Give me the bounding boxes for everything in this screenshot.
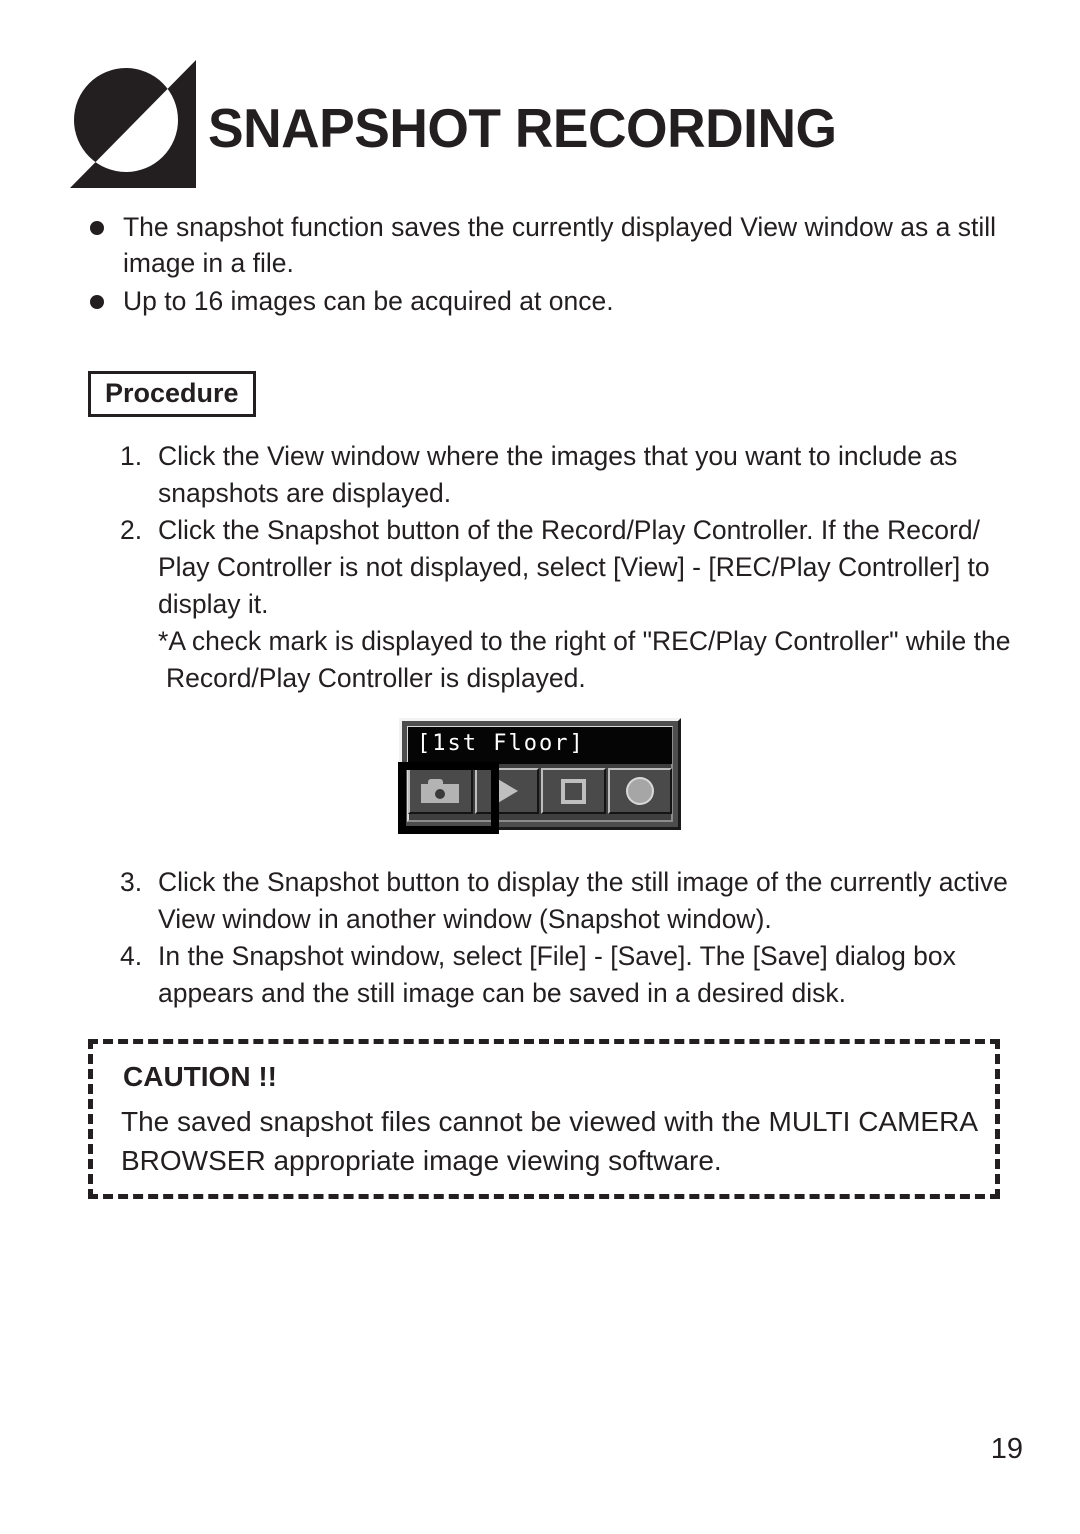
snapshot-button[interactable] [408, 768, 473, 814]
step-text: In the Snapshot window, select [File] - … [158, 941, 956, 1008]
list-item: 4. In the Snapshot window, select [File]… [120, 938, 1020, 1012]
stop-icon [560, 778, 586, 804]
page-number: 19 [990, 1433, 1023, 1465]
list-item: 1. Click the View window where the image… [120, 438, 1020, 512]
procedure-note: *A check mark is displayed to the right … [158, 623, 1020, 697]
play-icon [495, 778, 518, 804]
procedure-note-line-1: *A check mark is displayed to the right … [158, 626, 1011, 656]
step-number: 2. [120, 515, 143, 545]
step-text: Click the Snapshot button of the Record/… [158, 515, 990, 619]
procedure-note-line-2: Record/Play Controller is displayed. [166, 663, 586, 693]
intro-bullet-list: The snapshot function saves the currentl… [88, 209, 1008, 319]
rec-play-controller-figure: [1st Floor] [399, 718, 681, 830]
caution-title: CAUTION !! [123, 1061, 277, 1092]
step-number: 4. [120, 941, 143, 971]
procedure-section-label: Procedure [88, 371, 256, 417]
list-item: The snapshot function saves the currentl… [88, 209, 1008, 281]
record-button[interactable] [607, 768, 672, 814]
controller-title-bar: [1st Floor] [408, 727, 672, 764]
play-button[interactable] [474, 768, 539, 814]
multi-camera-browser-logo [70, 60, 196, 188]
caution-box: CAUTION !! The saved snapshot files cann… [88, 1039, 1000, 1199]
camera-icon [421, 779, 460, 803]
step-number: 3. [120, 867, 143, 897]
record-icon [627, 779, 652, 803]
caution-body-text: The saved snapshot files cannot be viewe… [121, 1106, 977, 1176]
step-text: Click the Snapshot button to display the… [158, 867, 1008, 934]
controller-title-text: [1st Floor] [417, 731, 585, 756]
step-number: 1. [120, 441, 143, 471]
step-text: Click the View window where the images t… [158, 441, 958, 508]
procedure-steps-bottom: 3. Click the Snapshot button to display … [120, 864, 1020, 1012]
intro-bullet-text: Up to 16 images can be acquired at once. [123, 286, 614, 316]
procedure-steps-top: 1. Click the View window where the image… [120, 438, 1020, 697]
intro-bullet-text: The snapshot function saves the currentl… [123, 212, 996, 278]
stop-button[interactable] [541, 768, 606, 814]
page-header: SNAPSHOT RECORDING [0, 0, 1080, 200]
list-item: 2. Click the Snapshot button of the Reco… [120, 512, 1020, 623]
list-item: 3. Click the Snapshot button to display … [120, 864, 1020, 938]
list-item: Up to 16 images can be acquired at once. [88, 283, 1008, 319]
bullet-dot-icon [90, 295, 104, 309]
controller-button-row [408, 768, 672, 814]
page-title: SNAPSHOT RECORDING [208, 97, 837, 159]
bullet-dot-icon [90, 221, 104, 235]
